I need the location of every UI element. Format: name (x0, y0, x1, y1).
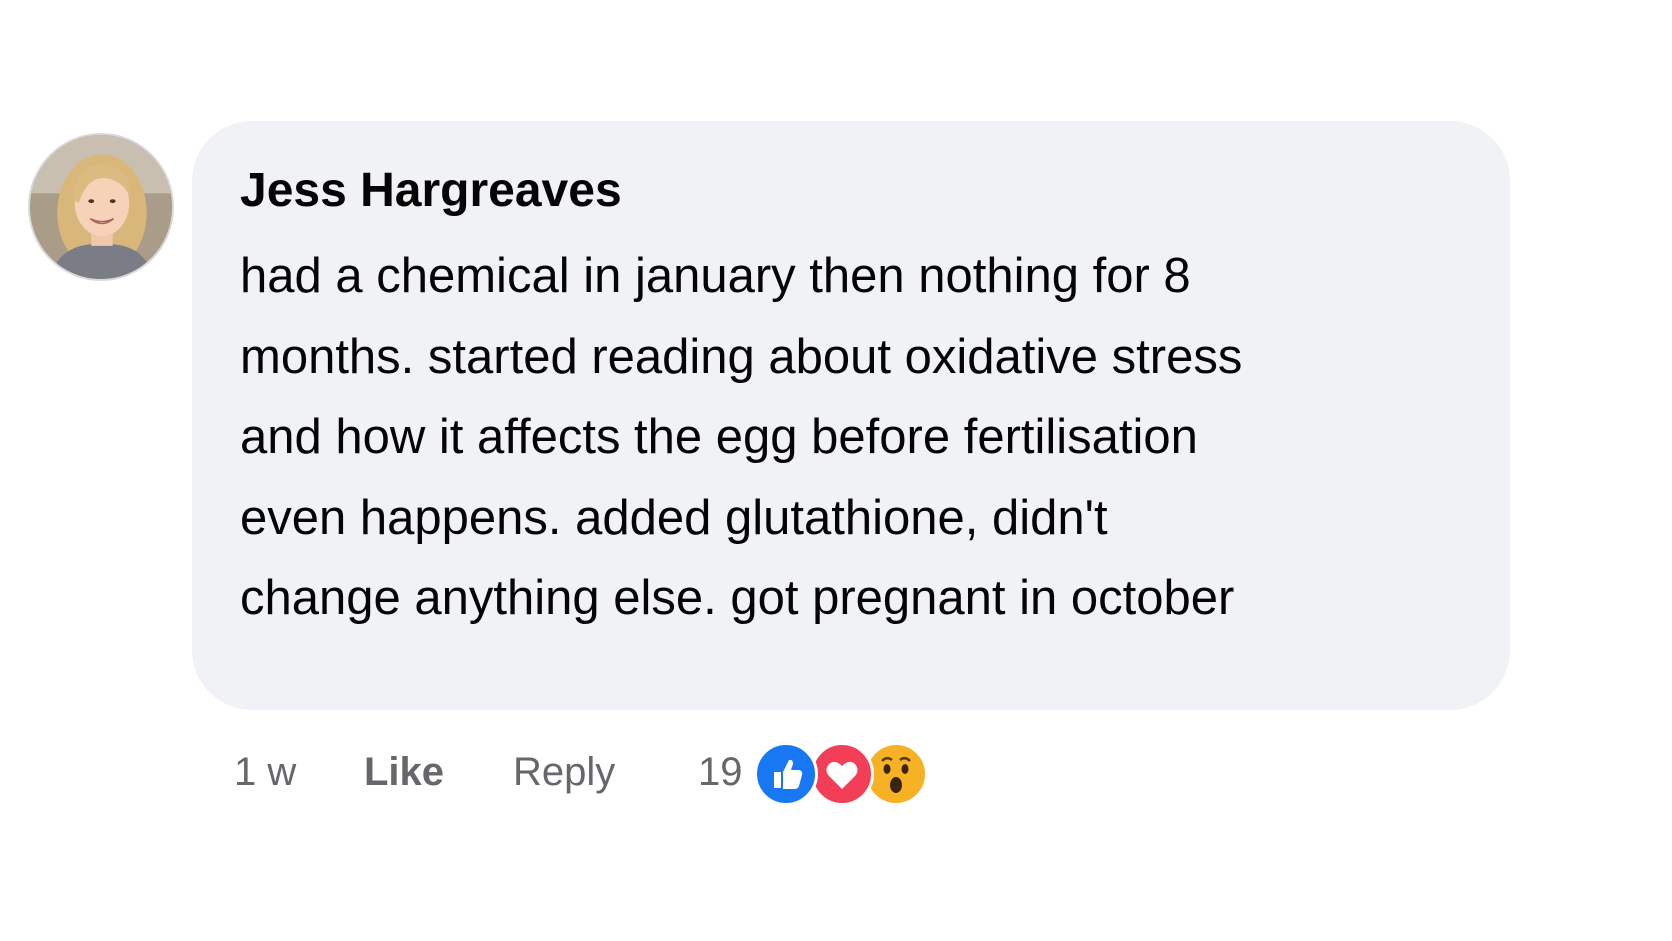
comment-line: months. started reading about oxidative … (240, 329, 1243, 384)
like-icon (754, 742, 818, 806)
like-button[interactable]: Like (364, 744, 444, 800)
comment: Jess Hargreaves had a chemical in januar… (0, 0, 1672, 941)
comment-bubble: Jess Hargreaves had a chemical in januar… (192, 121, 1510, 710)
comment-line: and how it affects the egg before fertil… (240, 410, 1198, 464)
comment-line: had a chemical in january then nothing f… (240, 249, 1191, 303)
comment-actions: 1 w Like Reply 19 (234, 742, 1034, 806)
comment-timestamp[interactable]: 1 w (234, 744, 296, 800)
reply-button[interactable]: Reply (513, 744, 615, 800)
comment-author[interactable]: Jess Hargreaves (240, 163, 622, 219)
reaction-summary[interactable] (754, 742, 934, 808)
avatar[interactable] (28, 133, 174, 281)
comment-line: change anything else. got pregnant in oc… (240, 571, 1235, 625)
profile-photo (30, 135, 172, 279)
comment-line: even happens. added glutathione, didn't (240, 490, 1108, 545)
love-icon (810, 742, 874, 806)
reaction-count[interactable]: 19 (698, 744, 743, 800)
comment-text: had a chemical in january then nothing f… (240, 236, 1440, 639)
